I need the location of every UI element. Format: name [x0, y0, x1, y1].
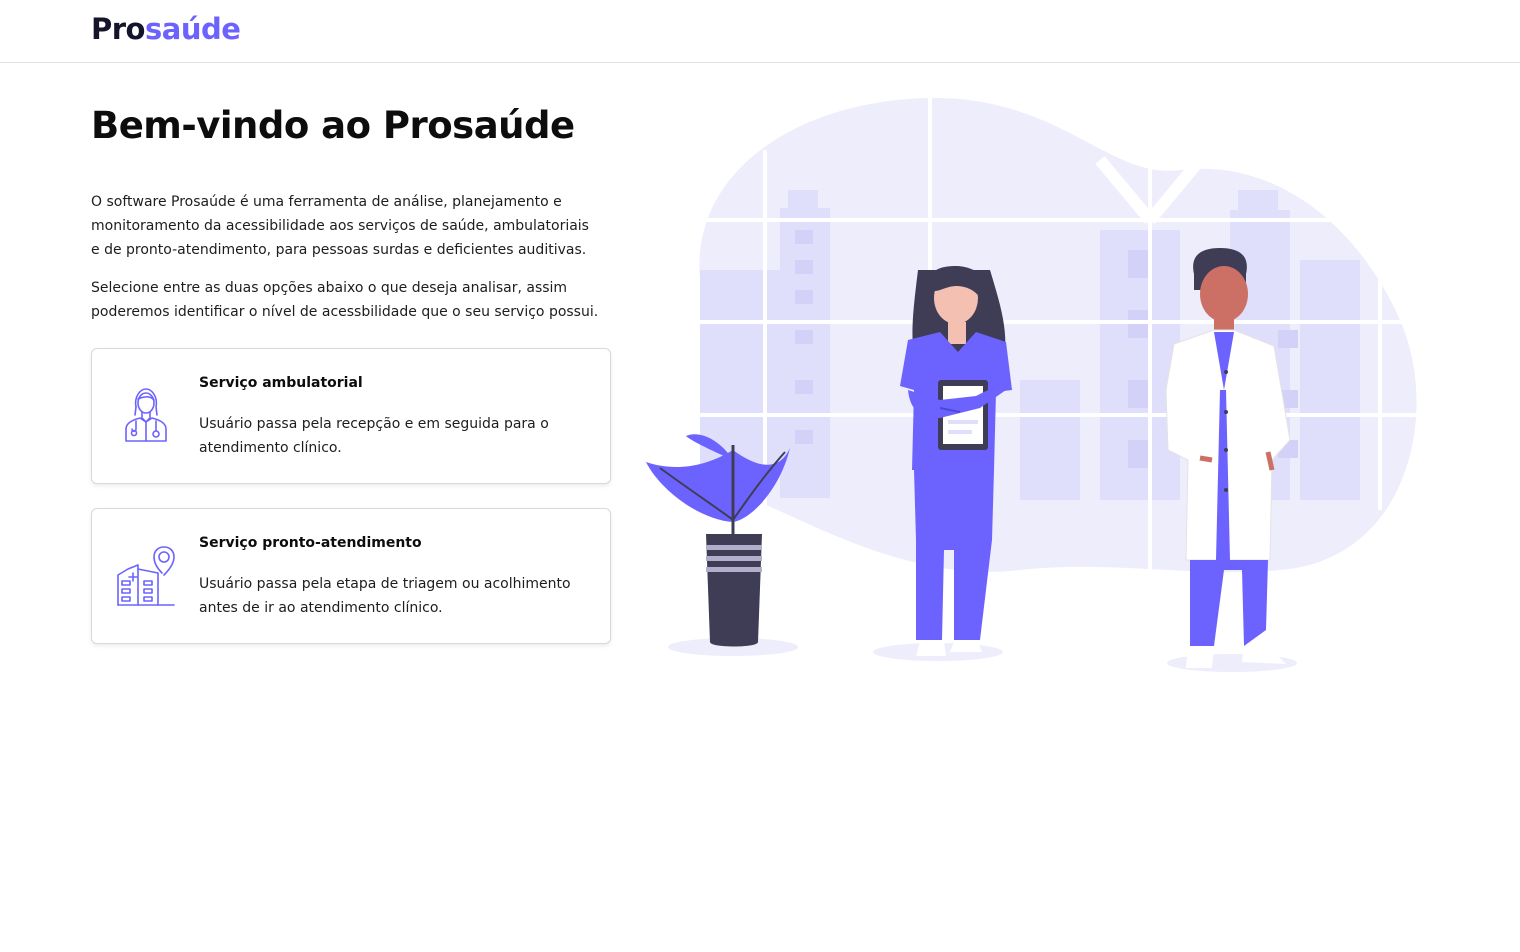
logo-text-saude: saúde [144, 12, 241, 46]
intro-paragraph: O software Prosaúde é uma ferramenta de … [91, 194, 589, 258]
option-card-ambulatorial[interactable]: Serviço ambulatorial Usuário passa pela … [91, 348, 611, 484]
top-bar: Prosaúde [0, 0, 1520, 63]
instruction-paragraph: Selecione entre as duas opções abaixo o … [91, 280, 599, 320]
hospital-location-icon [114, 543, 178, 607]
option-card-pronto-atendimento[interactable]: Serviço pronto-atendimento Usuário passa… [91, 508, 611, 644]
option-title: Serviço ambulatorial [199, 375, 363, 391]
option-description: Usuário passa pela recepção e em seguida… [199, 416, 549, 456]
option-title: Serviço pronto-atendimento [199, 535, 422, 551]
doctor-icon [114, 383, 178, 447]
option-description: Usuário passa pela etapa de triagem ou a… [199, 576, 571, 616]
logo[interactable]: Prosaúde [91, 12, 241, 46]
logo-text-pro: Pro [91, 12, 145, 46]
page-title: Bem-vindo ao Prosaúde [91, 104, 575, 147]
doctors-illustration [640, 90, 1440, 690]
